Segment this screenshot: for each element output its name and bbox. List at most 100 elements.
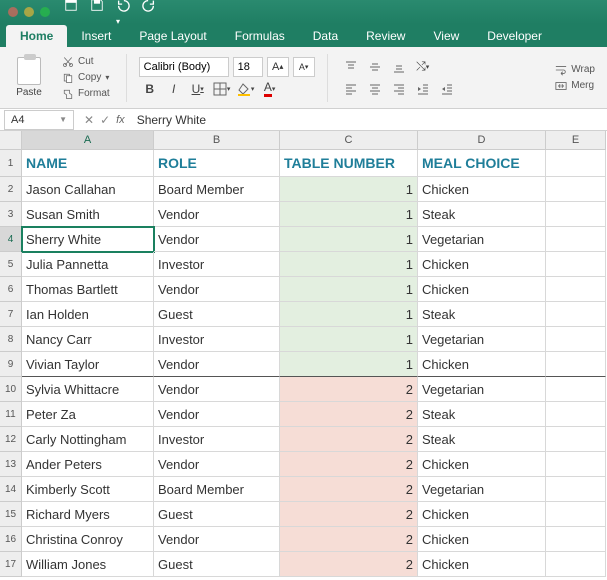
cell-empty[interactable] — [546, 502, 606, 527]
border-button[interactable]: ▾ — [211, 79, 233, 99]
cell-empty[interactable] — [546, 352, 606, 377]
cell-table-number[interactable]: 2 — [280, 502, 418, 527]
cell-meal[interactable]: Steak — [418, 202, 546, 227]
cell-table-number[interactable]: 1 — [280, 227, 418, 252]
cell-role[interactable]: Guest — [154, 552, 280, 577]
row-header[interactable]: 10 — [0, 377, 22, 402]
table-header-cell[interactable]: NAME — [22, 150, 154, 177]
align-bottom-button[interactable] — [388, 57, 410, 77]
cell-name[interactable]: Nancy Carr — [22, 327, 154, 352]
row-header[interactable]: 11 — [0, 402, 22, 427]
cell-table-number[interactable]: 1 — [280, 327, 418, 352]
row-header[interactable]: 3 — [0, 202, 22, 227]
cell-empty[interactable] — [546, 302, 606, 327]
cell-role[interactable]: Vendor — [154, 527, 280, 552]
decrease-indent-button[interactable] — [412, 79, 434, 99]
table-header-cell[interactable] — [546, 150, 606, 177]
cell-meal[interactable]: Steak — [418, 427, 546, 452]
cell-name[interactable]: Peter Za — [22, 402, 154, 427]
cell-table-number[interactable]: 1 — [280, 202, 418, 227]
cell-name[interactable]: Sylvia Whittacre — [22, 377, 154, 402]
cell-table-number[interactable]: 1 — [280, 352, 418, 377]
cell-empty[interactable] — [546, 552, 606, 577]
cell-name[interactable]: Richard Myers — [22, 502, 154, 527]
cell-name[interactable]: Carly Nottingham — [22, 427, 154, 452]
formula-input[interactable]: Sherry White — [131, 113, 607, 127]
align-middle-button[interactable] — [364, 57, 386, 77]
row-header[interactable]: 8 — [0, 327, 22, 352]
cell-table-number[interactable]: 2 — [280, 427, 418, 452]
cell-empty[interactable] — [546, 402, 606, 427]
cell-meal[interactable]: Steak — [418, 302, 546, 327]
cancel-formula-icon[interactable]: ✕ — [84, 113, 94, 127]
cell-table-number[interactable]: 1 — [280, 302, 418, 327]
cell-role[interactable]: Investor — [154, 327, 280, 352]
tab-formulas[interactable]: Formulas — [221, 25, 299, 47]
cell-name[interactable]: Christina Conroy — [22, 527, 154, 552]
align-top-button[interactable] — [340, 57, 362, 77]
close-window-button[interactable] — [8, 7, 18, 17]
cell-empty[interactable] — [546, 527, 606, 552]
undo-icon[interactable]: ▾ — [116, 0, 130, 27]
tab-view[interactable]: View — [419, 25, 473, 47]
cell-role[interactable]: Vendor — [154, 402, 280, 427]
cell-table-number[interactable]: 2 — [280, 477, 418, 502]
minimize-window-button[interactable] — [24, 7, 34, 17]
cell-role[interactable]: Vendor — [154, 277, 280, 302]
cell-meal[interactable]: Vegetarian — [418, 227, 546, 252]
cell-meal[interactable]: Chicken — [418, 252, 546, 277]
cell-empty[interactable] — [546, 202, 606, 227]
increase-indent-button[interactable] — [436, 79, 458, 99]
cell-table-number[interactable]: 1 — [280, 177, 418, 202]
cell-table-number[interactable]: 2 — [280, 527, 418, 552]
home-icon[interactable] — [64, 0, 78, 27]
row-header[interactable]: 15 — [0, 502, 22, 527]
cell-table-number[interactable]: 2 — [280, 402, 418, 427]
row-header[interactable]: 4 — [0, 227, 22, 252]
table-header-cell[interactable]: ROLE — [154, 150, 280, 177]
cell-meal[interactable]: Chicken — [418, 277, 546, 302]
row-header[interactable]: 9 — [0, 352, 22, 377]
increase-font-button[interactable]: A▴ — [267, 57, 289, 77]
align-center-button[interactable] — [364, 79, 386, 99]
name-box[interactable]: A4 ▼ — [4, 110, 74, 130]
row-header[interactable]: 12 — [0, 427, 22, 452]
row-header[interactable]: 17 — [0, 552, 22, 577]
cell-role[interactable]: Investor — [154, 252, 280, 277]
cell-table-number[interactable]: 1 — [280, 252, 418, 277]
cell-name[interactable]: William Jones — [22, 552, 154, 577]
row-header[interactable]: 1 — [0, 150, 22, 177]
cut-button[interactable]: Cut — [58, 55, 114, 69]
spreadsheet-grid[interactable]: ABCDE1NAMEROLETABLE NUMBERMEAL CHOICE2Ja… — [0, 131, 607, 577]
cell-empty[interactable] — [546, 377, 606, 402]
cell-table-number[interactable]: 2 — [280, 552, 418, 577]
tab-page-layout[interactable]: Page Layout — [125, 25, 220, 47]
cell-role[interactable]: Investor — [154, 427, 280, 452]
cell-role[interactable]: Vendor — [154, 202, 280, 227]
cell-meal[interactable]: Vegetarian — [418, 477, 546, 502]
cell-empty[interactable] — [546, 452, 606, 477]
cell-name[interactable]: Ian Holden — [22, 302, 154, 327]
cell-meal[interactable]: Chicken — [418, 527, 546, 552]
cell-empty[interactable] — [546, 427, 606, 452]
tab-data[interactable]: Data — [299, 25, 352, 47]
merge-button[interactable]: Merg — [551, 79, 599, 93]
cell-meal[interactable]: Chicken — [418, 352, 546, 377]
cell-name[interactable]: Thomas Bartlett — [22, 277, 154, 302]
cell-meal[interactable]: Chicken — [418, 177, 546, 202]
table-header-cell[interactable]: TABLE NUMBER — [280, 150, 418, 177]
cell-table-number[interactable]: 2 — [280, 377, 418, 402]
row-header[interactable]: 6 — [0, 277, 22, 302]
cell-name[interactable]: Sherry White — [22, 227, 154, 252]
font-color-button[interactable]: A▾ — [259, 79, 281, 99]
underline-button[interactable]: U▾ — [187, 79, 209, 99]
cell-empty[interactable] — [546, 252, 606, 277]
tab-developer[interactable]: Developer — [473, 25, 556, 47]
orientation-button[interactable]: ⤭▾ — [412, 57, 434, 77]
bold-button[interactable]: B — [139, 79, 161, 99]
cell-role[interactable]: Board Member — [154, 177, 280, 202]
cell-role[interactable]: Vendor — [154, 377, 280, 402]
maximize-window-button[interactable] — [40, 7, 50, 17]
cell-name[interactable]: Ander Peters — [22, 452, 154, 477]
wrap-text-button[interactable]: Wrap — [551, 63, 599, 77]
